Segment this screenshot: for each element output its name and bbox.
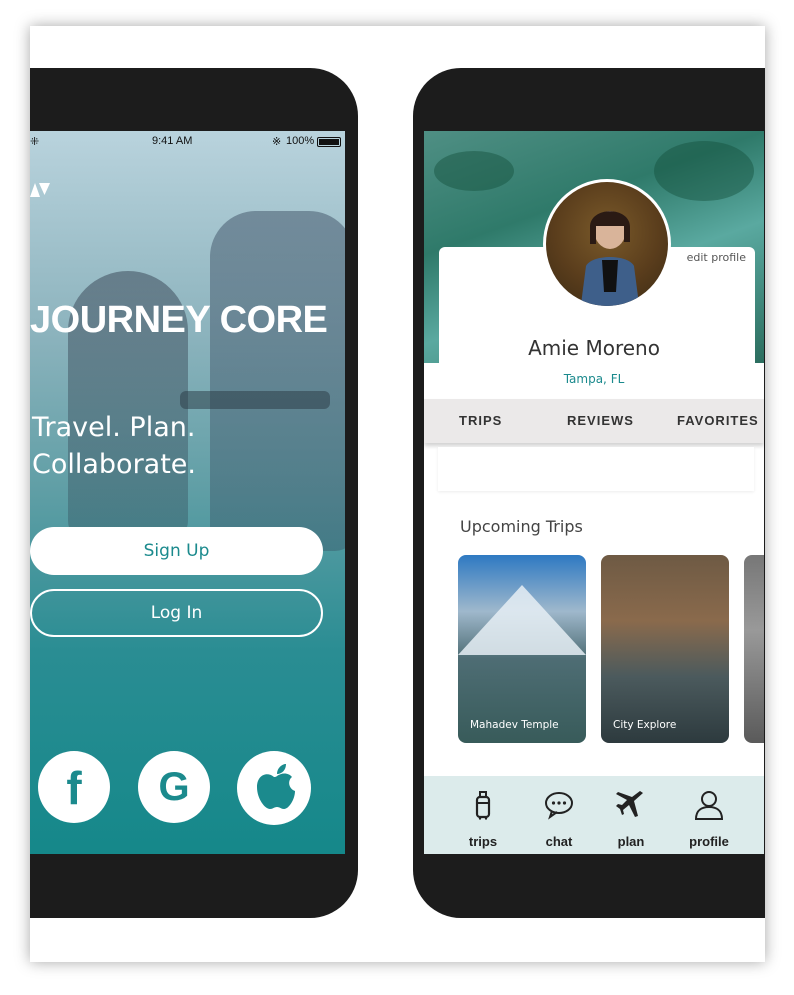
- nav-label: plan: [617, 834, 645, 849]
- facebook-icon: f: [66, 762, 82, 814]
- tagline-line-1: Travel. Plan.: [32, 412, 196, 443]
- nav-label: profile: [689, 834, 729, 849]
- upcoming-trips-heading: Upcoming Trips: [460, 517, 583, 536]
- trip-card-label: City Explore: [613, 719, 677, 731]
- trip-card-mahadev-temple[interactable]: Mahadev Temple: [458, 555, 586, 743]
- avatar-portrait: [580, 211, 640, 306]
- mountain-photo: [458, 585, 586, 655]
- nav-label: trips: [468, 834, 498, 849]
- tab-favorites[interactable]: FAVORITES: [677, 399, 759, 443]
- login-screen: ⁜ 9:41 AM ※ 100% JOURNEY CORE Travel. Pl…: [30, 131, 345, 854]
- showcase-canvas: ⁜ 9:41 AM ※ 100% JOURNEY CORE Travel. Pl…: [30, 26, 765, 962]
- profile-screen: edit profile Amie Moreno Tampa, FL TRIPS…: [424, 131, 764, 854]
- foliage-decoration: [434, 151, 514, 191]
- google-icon: G: [158, 765, 190, 809]
- phone-login: ⁜ 9:41 AM ※ 100% JOURNEY CORE Travel. Pl…: [30, 68, 358, 918]
- status-bar: ⁜ 9:41 AM ※ 100%: [30, 135, 345, 151]
- trip-card-label: Mahadev Temple: [470, 719, 559, 731]
- trip-card-city-explore[interactable]: City Explore: [601, 555, 729, 743]
- user-icon: [694, 791, 724, 820]
- nav-trips[interactable]: trips: [448, 776, 518, 854]
- tab-trips[interactable]: TRIPS: [459, 399, 502, 443]
- bluetooth-icon: ※: [272, 136, 282, 148]
- trip-card-partial[interactable]: [744, 555, 764, 743]
- profile-tabs: TRIPS REVIEWS FAVORITES: [424, 399, 764, 443]
- app-brand-title: JOURNEY CORE: [30, 299, 328, 341]
- nav-chat[interactable]: chat: [524, 776, 594, 854]
- log-in-button[interactable]: Log In: [30, 589, 323, 637]
- nav-profile[interactable]: profile: [674, 776, 744, 854]
- facebook-login-button[interactable]: f: [38, 751, 110, 823]
- airplane-icon: [616, 791, 643, 817]
- edit-profile-link[interactable]: edit profile: [687, 251, 746, 264]
- bottom-nav: trips chat plan profile: [424, 776, 764, 854]
- backpack-photo-background: [210, 211, 345, 551]
- battery-percent: 100%: [286, 135, 315, 147]
- profile-location: Tampa, FL: [563, 372, 625, 386]
- luggage-icon: [475, 791, 491, 820]
- battery-icon: [317, 137, 341, 147]
- app-logo-icon: [30, 183, 50, 197]
- apple-icon: [257, 764, 295, 809]
- wifi-icon: ⁜: [30, 136, 40, 148]
- tagline: Travel. Plan. Collaborate.: [32, 409, 196, 483]
- tab-content-panel: [438, 447, 754, 491]
- profile-name: Amie Moreno: [528, 336, 660, 360]
- phone-profile: edit profile Amie Moreno Tampa, FL TRIPS…: [413, 68, 765, 918]
- chat-bubble-icon: [545, 792, 573, 820]
- foliage-decoration: [654, 141, 754, 201]
- sign-up-button[interactable]: Sign Up: [30, 527, 323, 575]
- backpack-strap-decoration: [180, 391, 330, 409]
- nav-label: chat: [545, 834, 573, 849]
- apple-login-button[interactable]: [237, 751, 311, 825]
- status-time: 9:41 AM: [152, 135, 193, 147]
- tab-reviews[interactable]: REVIEWS: [567, 399, 634, 443]
- tagline-line-2: Collaborate.: [32, 449, 197, 480]
- google-login-button[interactable]: G: [138, 751, 210, 823]
- avatar[interactable]: [543, 179, 671, 309]
- nav-plan[interactable]: plan: [596, 776, 666, 854]
